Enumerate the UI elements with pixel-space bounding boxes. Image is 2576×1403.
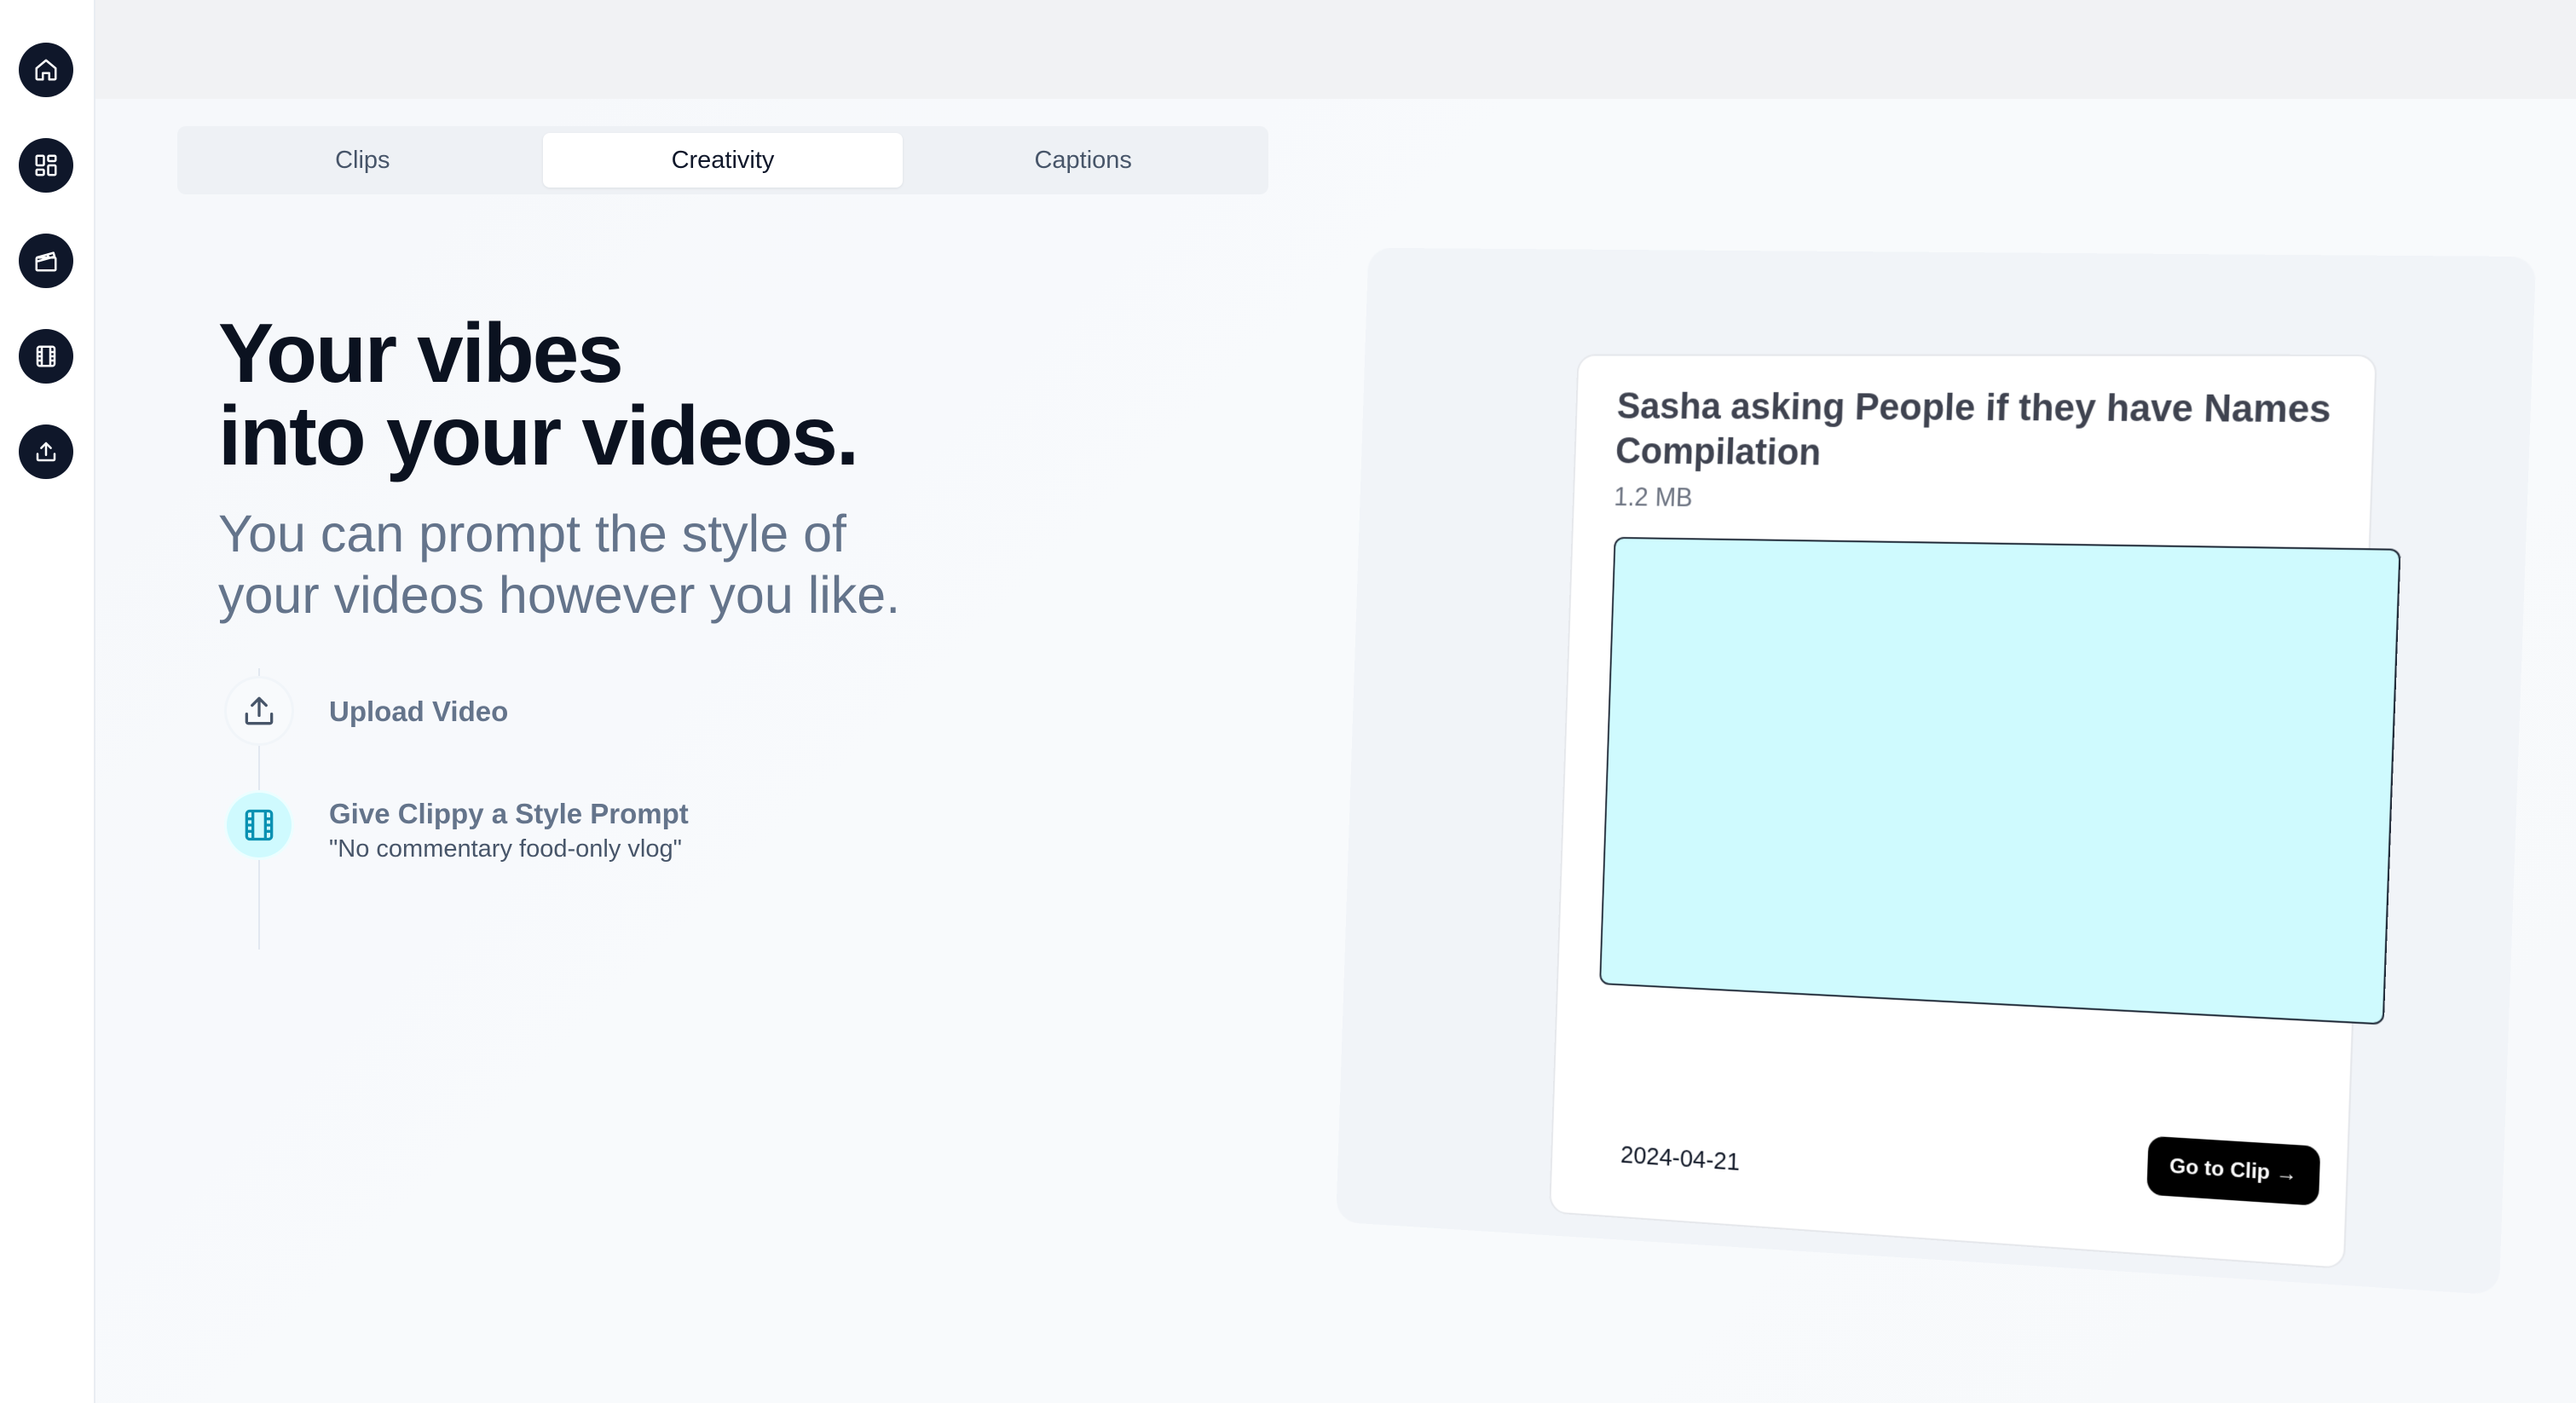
- clapperboard-icon: [35, 251, 57, 272]
- upload-button[interactable]: [19, 424, 73, 479]
- hero-subtitle-line-2: your videos however you like.: [218, 566, 901, 624]
- tab-creativity[interactable]: Creativity: [542, 133, 904, 188]
- dashboard-button[interactable]: [19, 138, 73, 193]
- clip-title: Sasha asking People if they have Names C…: [1614, 385, 2332, 474]
- main-content: Clips Creativity Captions Your vibes int…: [95, 99, 2576, 1403]
- upload-icon: [245, 696, 274, 725]
- tab-bar: Clips Creativity Captions: [177, 126, 1268, 194]
- hero-title-line-2: into your videos.: [218, 389, 859, 482]
- clip-thumbnail[interactable]: [1599, 536, 2401, 1025]
- sidebar: [0, 0, 95, 1403]
- videos-button[interactable]: [19, 329, 73, 384]
- dashboard-icon: [35, 154, 57, 176]
- clip-file-size: 1.2 MB: [1613, 482, 1694, 512]
- clip-date: 2024-04-21: [1620, 1141, 1741, 1176]
- film-icon: [36, 345, 56, 367]
- step-prompt-icon-wrapper: [227, 793, 292, 857]
- film-icon: [245, 809, 274, 841]
- tab-clips[interactable]: Clips: [182, 133, 543, 188]
- step-prompt-label: Give Clippy a Style Prompt: [329, 798, 689, 829]
- step-prompt-description: "No commentary food-only vlog": [329, 835, 682, 863]
- upload-icon: [36, 442, 56, 462]
- top-bar: [95, 0, 2576, 99]
- step-upload-icon-wrapper: [227, 678, 292, 743]
- hero-subtitle-line-1: You can prompt the style of: [218, 505, 846, 563]
- home-button[interactable]: [19, 43, 73, 97]
- hero-title: Your vibes into your videos.: [218, 306, 1156, 482]
- hero-subtitle: You can prompt the style of your videos …: [218, 503, 1071, 626]
- step-upload-label: Upload Video: [329, 696, 509, 727]
- hero-title-line-1: Your vibes: [218, 306, 624, 400]
- home-icon: [35, 59, 57, 81]
- tab-captions[interactable]: Captions: [903, 133, 1263, 188]
- clip-card[interactable]: Sasha asking People if they have Names C…: [1549, 354, 2401, 1270]
- clips-button[interactable]: [19, 234, 73, 288]
- go-to-clip-button[interactable]: Go to Clip →: [2146, 1135, 2321, 1206]
